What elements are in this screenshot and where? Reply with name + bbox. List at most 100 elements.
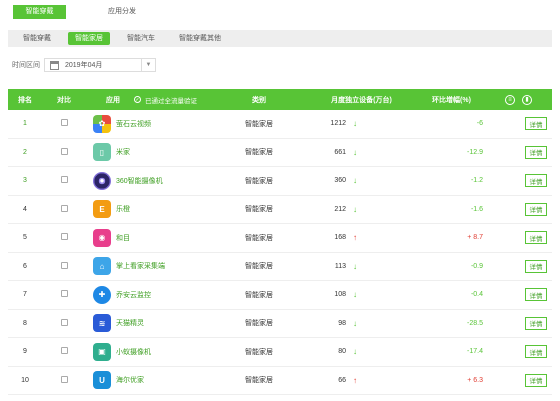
- tmall-genie-icon[interactable]: ≋: [93, 314, 111, 333]
- subnav-smart-home[interactable]: 智能家居: [68, 32, 110, 45]
- app-name-link[interactable]: 海尔优家: [116, 375, 144, 385]
- compare-cell: [42, 261, 86, 271]
- app-cell: ▣ 小蚁摄像机: [86, 342, 229, 361]
- xiaoyi-camera-icon[interactable]: ▣: [93, 342, 111, 361]
- action-cell: 详情: [489, 288, 552, 302]
- category-cell: 智能家居: [245, 206, 273, 214]
- app-name-link[interactable]: 360智能摄像机: [116, 176, 163, 186]
- rank-number: 7: [23, 291, 27, 299]
- time-value: 2019年04月: [65, 62, 103, 69]
- detail-button[interactable]: 详情: [525, 145, 547, 159]
- list-icon[interactable]: ≡: [505, 94, 515, 105]
- users-value: 66: [338, 376, 346, 384]
- detail-button[interactable]: 详情: [525, 288, 547, 302]
- app-name-link[interactable]: 天猫精灵: [116, 318, 144, 328]
- users-value: 360: [334, 177, 346, 185]
- app-name-link[interactable]: 小蚁摄像机: [116, 347, 151, 357]
- compare-cell: [42, 347, 86, 356]
- tab-smart-wear[interactable]: 智能穿戴: [13, 5, 66, 19]
- compare-checkbox[interactable]: [60, 147, 68, 155]
- time-select[interactable]: 2019年04月 ▼: [44, 58, 156, 72]
- calendar-icon: [50, 60, 59, 70]
- change-cell: -0.4: [470, 291, 483, 299]
- app-name-link[interactable]: 乔安云监控: [116, 290, 151, 300]
- tab-app-distribution[interactable]: 应用分发: [98, 5, 146, 19]
- compare-checkbox[interactable]: [60, 233, 68, 241]
- app-name-link[interactable]: 掌上看家采集端: [116, 261, 165, 271]
- detail-button[interactable]: 详情: [525, 231, 547, 245]
- subnav-smart-wear[interactable]: 智能穿戴: [16, 32, 58, 45]
- change-cell: + 8.7: [467, 234, 483, 242]
- haier-u-icon[interactable]: U: [93, 371, 111, 390]
- action-cell: 详情: [489, 373, 552, 387]
- table-row: 5 ◉ 和目 智能家居 168 ↑ + 8.7 详情: [8, 224, 552, 253]
- compare-checkbox[interactable]: [60, 318, 68, 326]
- users-cell: 212 ↓: [289, 205, 414, 214]
- rank-cell: 10: [8, 377, 42, 384]
- change-cell: -1.6: [470, 205, 483, 213]
- rank-cell: 1: [8, 120, 42, 127]
- app-cell: ✚ 乔安云监控: [86, 285, 229, 304]
- mi-home-icon[interactable]: ▯: [93, 143, 111, 162]
- compare-checkbox[interactable]: [60, 375, 68, 383]
- table-header: 排名 对比 应用 ✓ 已通过全流量验证 类别 月度独立设备(万台) 环比增幅(%…: [8, 89, 552, 110]
- category-cell: 智能家居: [245, 149, 273, 157]
- detail-button[interactable]: 详情: [525, 117, 547, 131]
- app-name-link[interactable]: 和目: [116, 233, 130, 243]
- app-name-link[interactable]: 乐橙: [116, 204, 130, 214]
- heimu-camera-icon[interactable]: ◉: [93, 228, 111, 247]
- category-cell: 智能家居: [245, 177, 273, 185]
- app-cell: ⌂ 掌上看家采集端: [86, 257, 229, 276]
- detail-button[interactable]: 详情: [525, 259, 547, 273]
- lechange-icon[interactable]: E: [93, 200, 111, 219]
- arrow-down-icon: ↓: [353, 204, 357, 214]
- arrow-down-icon: ↓: [353, 347, 357, 357]
- app-cell: U 海尔优家: [86, 371, 229, 390]
- subnav-smart-other[interactable]: 智能穿戴其他: [172, 32, 228, 45]
- chevron-down-icon[interactable]: ▼: [141, 59, 155, 71]
- subnav-smart-car[interactable]: 智能汽车: [120, 32, 162, 45]
- change-cell: -28.5: [467, 319, 483, 327]
- header-users: 月度独立设备(万台): [331, 96, 392, 104]
- home-camera-icon[interactable]: ⌂: [93, 257, 111, 276]
- compare-checkbox[interactable]: [60, 204, 68, 212]
- compare-checkbox[interactable]: [60, 176, 68, 184]
- rank-number: 6: [23, 262, 27, 270]
- compare-checkbox[interactable]: [60, 290, 68, 298]
- compare-cell: [42, 290, 86, 299]
- compare-checkbox[interactable]: [60, 347, 68, 355]
- users-value: 168: [334, 234, 346, 242]
- users-cell: 1212 ↓: [289, 119, 414, 128]
- compare-checkbox[interactable]: [60, 261, 68, 269]
- compare-checkbox[interactable]: [60, 119, 68, 127]
- category-cell: 智能家居: [245, 120, 273, 128]
- app-name-link[interactable]: 萤石云视频: [116, 119, 151, 129]
- rank-cell: 3: [8, 177, 42, 184]
- detail-button[interactable]: 详情: [525, 316, 547, 330]
- compare-cell: [42, 233, 86, 242]
- rank-number: 3: [23, 177, 27, 185]
- category-subnav: 智能穿戴 智能家居 智能汽车 智能穿戴其他: [8, 30, 552, 47]
- app-cell: ✿ 萤石云视频: [86, 114, 229, 133]
- arrow-down-icon: ↓: [353, 318, 357, 328]
- users-cell: 80 ↓: [289, 347, 414, 356]
- qiaoan-icon[interactable]: ✚: [93, 285, 111, 304]
- table-row: 4 E 乐橙 智能家居 212 ↓ -1.6 详情: [8, 196, 552, 224]
- detail-button[interactable]: 详情: [525, 174, 547, 188]
- rank-number: 5: [23, 234, 27, 242]
- app-cell: ▯ 米家: [86, 143, 229, 162]
- bar-chart-icon[interactable]: ▮: [522, 94, 532, 105]
- camera-lens-icon[interactable]: ●: [93, 171, 111, 190]
- rank-cell: 8: [8, 320, 42, 327]
- users-cell: 168 ↑: [289, 233, 414, 242]
- pinwheel-icon[interactable]: ✿: [93, 114, 111, 133]
- users-value: 212: [334, 205, 346, 213]
- app-name-link[interactable]: 米家: [116, 147, 130, 157]
- detail-button[interactable]: 详情: [525, 202, 547, 216]
- detail-button[interactable]: 详情: [525, 345, 547, 359]
- rank-cell: 6: [8, 263, 42, 270]
- rank-cell: 5: [8, 234, 42, 241]
- action-cell: 详情: [489, 231, 552, 245]
- detail-button[interactable]: 详情: [525, 373, 547, 387]
- rank-number: 1: [23, 120, 27, 128]
